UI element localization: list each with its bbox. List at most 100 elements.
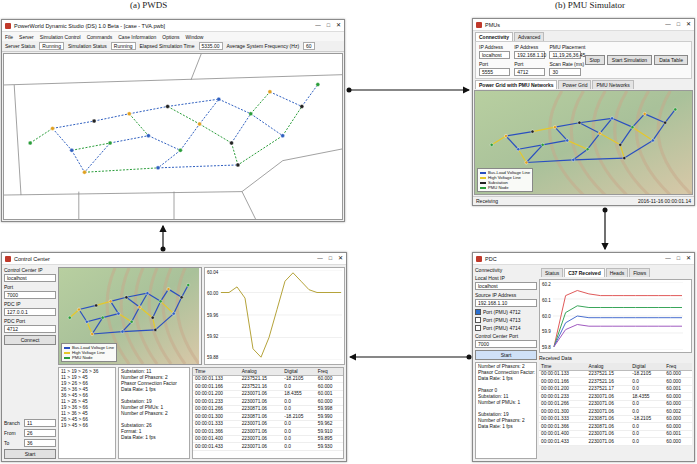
settings-panel: Control Center IPlocalhostPort7000PDC IP… — [4, 267, 56, 459]
table-row[interactable]: 00:00:01.1662237521.160.060.000 — [539, 378, 692, 386]
table-row[interactable]: 00:00:01.4332230071.060.060.000 — [539, 438, 692, 446]
text-input[interactable]: 192.168.1.10 — [475, 299, 537, 307]
table-cell: -18.2105 — [630, 415, 664, 423]
table-row[interactable]: 00:00:01.4332230071.060.059.930 — [193, 443, 343, 451]
list-item[interactable]: 11 > 19 > 26 > 36 — [61, 369, 113, 375]
tab[interactable]: Connectivity — [475, 32, 513, 41]
close-button[interactable]: ✕ — [338, 256, 343, 262]
tab[interactable]: Flows — [629, 268, 650, 277]
maximize-button[interactable]: □ — [677, 256, 680, 262]
tab[interactable]: C37 Received — [564, 268, 605, 277]
table-row[interactable]: 00:00:01.3332230871.06-18.210560.000 — [539, 415, 692, 423]
list-item[interactable]: 19 > 26 > 66 — [61, 381, 113, 387]
maximize-button[interactable]: □ — [329, 256, 332, 262]
table-row[interactable]: 00:00:01.2662230071.060.060.000 — [539, 400, 692, 408]
text-input[interactable]: 26 — [24, 429, 56, 437]
maximize-button[interactable]: □ — [677, 22, 680, 28]
map-ground — [4, 54, 343, 220]
view-tab[interactable]: Power Grid — [558, 80, 591, 89]
table-row[interactable]: 00:00:01.4002230071.060.059.895 — [193, 435, 343, 443]
list-item[interactable]: 11 > 26 > 45 — [61, 399, 113, 405]
text-input[interactable]: localhost — [475, 282, 537, 290]
maximize-button[interactable]: □ — [327, 23, 330, 29]
text-input[interactable]: 4712 — [4, 325, 56, 333]
text-input[interactable]: 11,19,26,36,45 — [549, 51, 580, 59]
close-button[interactable]: ✕ — [336, 23, 341, 29]
view-tab[interactable]: PMU Networks — [592, 80, 633, 89]
close-button[interactable]: ✕ — [686, 256, 691, 262]
text-input[interactable]: 7000 — [475, 340, 537, 348]
table-row[interactable]: 00:00:01.2002237521.170.060.001 — [539, 385, 692, 393]
view-tab[interactable]: Power Grid with PMU Networks — [475, 80, 557, 89]
transmission-line — [665, 109, 675, 122]
text-input[interactable]: 192.168.1.10 — [514, 51, 545, 59]
action-button[interactable]: Stop — [585, 55, 605, 65]
list-item[interactable]: 19 > 36 > 66 — [61, 405, 113, 411]
column-header: Time — [193, 368, 240, 375]
checkbox[interactable] — [475, 325, 481, 331]
port-checkbox[interactable]: Port (PMU) 4714 — [475, 325, 537, 331]
tab[interactable]: Advanced — [514, 32, 544, 41]
table-row[interactable]: 00:00:01.1332237521.15-18.210560.000 — [193, 375, 343, 383]
start-button[interactable]: Start — [4, 449, 56, 459]
menu-item[interactable]: Simulation Control — [40, 34, 81, 40]
text-input[interactable]: 127.0.0.1 — [4, 308, 56, 316]
action-button[interactable]: Start Simulation — [607, 55, 652, 65]
minimize-button[interactable]: — — [665, 22, 671, 28]
action-button[interactable]: Data Table — [654, 55, 688, 65]
text-input[interactable]: localhost — [479, 51, 510, 59]
menu-item[interactable]: Server — [19, 34, 34, 40]
table-row[interactable]: 00:00:01.2332230071.0618.435560.000 — [539, 393, 692, 401]
log-line: Substation: 19 — [121, 399, 187, 405]
start-button[interactable]: Start — [475, 350, 537, 360]
list-item[interactable]: 26 > 45 > 66 — [61, 417, 113, 423]
list-item[interactable]: 11 > 19 > 45 — [61, 375, 113, 381]
table-row[interactable]: 00:00:01.3002230871.06-18.210559.990 — [193, 413, 343, 421]
text-input[interactable]: 36 — [24, 439, 56, 447]
menu-item[interactable]: Commands — [87, 34, 113, 40]
tab[interactable]: Status — [541, 268, 563, 277]
minimize-button[interactable]: — — [315, 23, 321, 29]
table-row[interactable]: 00:00:01.2002230071.0618.435560.001 — [193, 390, 343, 398]
tab[interactable]: Heads — [606, 268, 628, 277]
text-input[interactable]: 7000 — [4, 291, 56, 299]
log-line: Number of Phasors: 2 — [478, 418, 534, 424]
minimize-button[interactable]: — — [317, 256, 323, 262]
connect-button[interactable]: Connect — [4, 335, 56, 345]
table-cell: 59.998 — [316, 405, 343, 413]
port-checkbox[interactable]: Port (PMU) 4713 — [475, 317, 537, 323]
list-item[interactable]: 26 > 36 > 45 — [61, 387, 113, 393]
table-row[interactable]: 00:00:01.3332230071.060.059.962 — [193, 420, 343, 428]
close-button[interactable]: ✕ — [686, 22, 691, 28]
menu-item[interactable]: File — [5, 34, 13, 40]
table-row[interactable]: 00:00:01.3662230071.060.059.910 — [193, 428, 343, 436]
transmission-line — [96, 301, 110, 305]
bus-node — [187, 283, 190, 286]
checkbox[interactable] — [475, 309, 481, 315]
text-input[interactable]: 4712 — [514, 68, 545, 76]
checkbox[interactable] — [475, 317, 481, 323]
state-border — [174, 192, 175, 220]
minimize-button[interactable]: — — [665, 256, 671, 262]
bus-node — [541, 143, 544, 146]
list-item[interactable]: 36 > 45 > 66 — [61, 393, 113, 399]
text-input[interactable]: 5555 — [479, 68, 510, 76]
list-item[interactable]: 19 > 45 > 66 — [61, 423, 113, 429]
text-input[interactable]: 30 — [549, 68, 580, 76]
table-row[interactable]: 00:00:01.1332237521.15-18.210560.000 — [539, 370, 692, 378]
table-row[interactable]: 00:00:01.2662230871.060.059.998 — [193, 405, 343, 413]
port-checkbox[interactable]: Port (PMU) 4712 — [475, 309, 537, 315]
table-row[interactable]: 00:00:01.1662237521.160.060.000 — [193, 383, 343, 391]
text-input[interactable]: localhost — [4, 274, 56, 282]
list-item[interactable]: 11 > 36 > 45 — [61, 411, 113, 417]
table-row[interactable]: 00:00:01.4002230071.060.060.001 — [539, 430, 692, 438]
table-row[interactable]: 00:00:01.2332230071.060.060.000 — [193, 398, 343, 406]
menu-item[interactable]: Case Information — [118, 34, 156, 40]
legend-label: Substation — [488, 180, 508, 185]
text-input[interactable]: 11 — [24, 419, 56, 427]
table-row[interactable]: 00:00:01.3662230871.060.060.000 — [539, 423, 692, 431]
table-row[interactable]: 00:00:01.3002230071.060.060.002 — [539, 408, 692, 416]
menu-item[interactable]: Window — [186, 34, 204, 40]
legend-swatch — [64, 352, 70, 354]
menu-item[interactable]: Options — [162, 34, 179, 40]
